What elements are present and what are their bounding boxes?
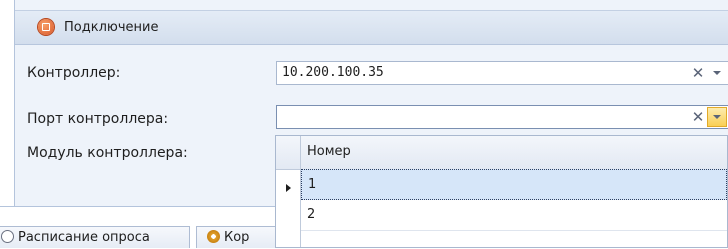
list-item-value: 1 xyxy=(308,177,317,192)
clear-icon[interactable]: ✕ xyxy=(690,109,706,125)
chevron-down-icon xyxy=(713,115,721,119)
port-dropdown-list: Номер 1 2 xyxy=(275,135,728,248)
module-label: Модуль контроллера: xyxy=(27,145,188,161)
controller-combobox[interactable]: 10.200.100.35 ✕ xyxy=(276,61,728,85)
chevron-down-icon xyxy=(713,71,721,75)
controller-value[interactable]: 10.200.100.35 xyxy=(282,65,384,80)
port-label: Порт контроллера: xyxy=(27,111,169,127)
panel-header[interactable]: Подключение xyxy=(15,10,728,45)
gear-icon xyxy=(207,230,220,243)
grid-header: Номер xyxy=(276,136,727,170)
schedule-icon xyxy=(1,230,14,243)
tab-poll-schedule[interactable]: Расписание опроса xyxy=(0,226,190,248)
column-header-number[interactable]: Номер xyxy=(307,144,351,159)
tab-kor[interactable]: Кор xyxy=(196,226,278,248)
list-item[interactable]: 1 xyxy=(301,169,727,200)
list-item[interactable]: 2 xyxy=(301,200,727,231)
current-row-icon xyxy=(286,184,291,192)
list-item-value: 2 xyxy=(307,207,316,222)
port-combobox[interactable]: ✕ xyxy=(276,105,728,129)
port-dropdown-button[interactable] xyxy=(707,107,727,127)
connection-icon xyxy=(38,19,54,35)
tab-label: Расписание опроса xyxy=(18,230,150,245)
tab-label: Кор xyxy=(224,230,250,245)
controller-label: Контроллер: xyxy=(27,65,121,81)
clear-icon[interactable]: ✕ xyxy=(690,65,706,81)
controller-dropdown-button[interactable] xyxy=(707,63,727,83)
panel-title: Подключение xyxy=(64,20,159,35)
